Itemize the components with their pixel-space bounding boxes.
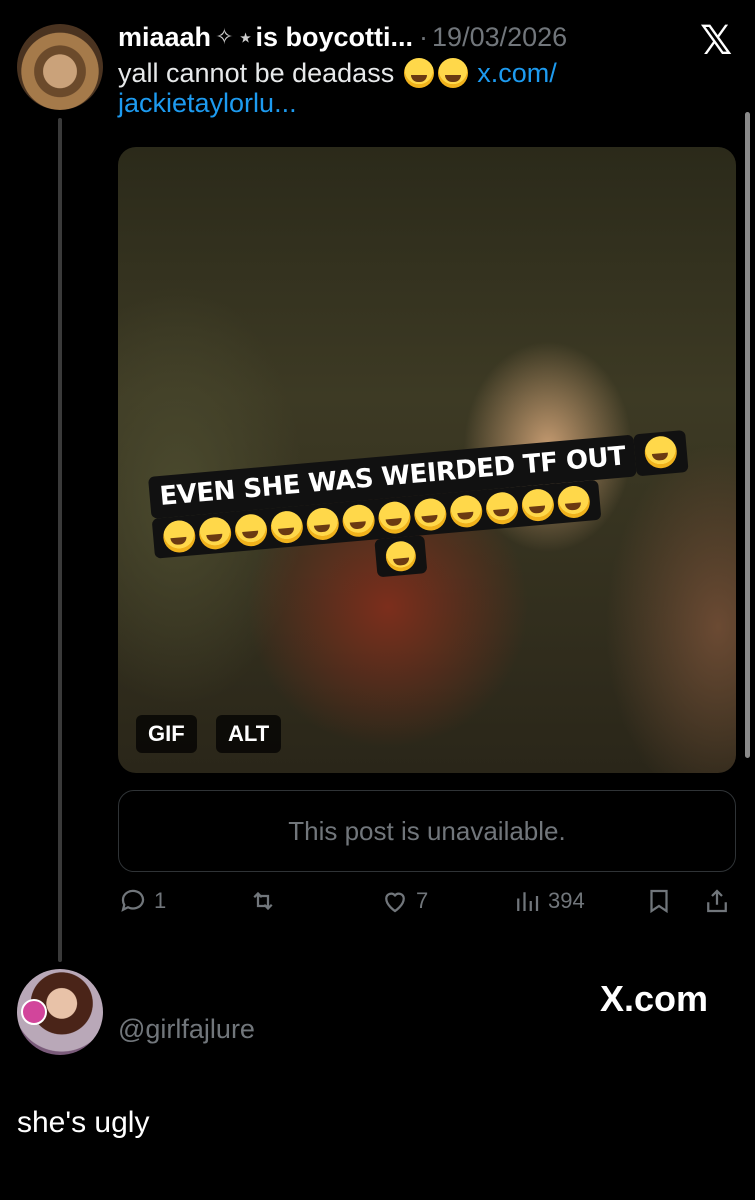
bookmark-button[interactable] bbox=[644, 886, 674, 916]
loudly-crying-face-icon bbox=[643, 434, 679, 470]
reply-author-handle[interactable]: @girlfajlure bbox=[118, 1014, 255, 1045]
views-button[interactable]: 394 bbox=[512, 886, 585, 916]
gif-badge[interactable]: GIF bbox=[136, 715, 197, 753]
views-count: 394 bbox=[548, 888, 585, 913]
loudly-crying-face-icon bbox=[161, 519, 197, 554]
thread-line bbox=[58, 118, 62, 962]
action-bar: 1 7 394 bbox=[118, 886, 738, 926]
repost-button[interactable] bbox=[248, 886, 284, 916]
gif-media[interactable]: EVEN SHE WAS WEIRDED TF OUT GIF ALT bbox=[118, 147, 736, 773]
loudly-crying-face-icon bbox=[448, 494, 484, 529]
gif-caption: EVEN SHE WAS WEIRDED TF OUT bbox=[148, 429, 696, 597]
post-header: miaaah ✧ ⭑ is boycotti... · 19/03/2026 bbox=[118, 20, 567, 54]
gif-caption-emoji-last bbox=[374, 535, 428, 578]
display-name-suffix[interactable]: is boycotti... bbox=[256, 22, 414, 53]
views-chart-icon bbox=[517, 892, 539, 911]
reply-icon bbox=[121, 889, 145, 912]
quoted-post-unavailable: This post is unavailable. bbox=[118, 790, 736, 872]
bookmark-icon bbox=[650, 889, 668, 914]
loudly-crying-face-icon bbox=[377, 500, 412, 536]
like-button[interactable]: 7 bbox=[380, 886, 428, 916]
share-icon bbox=[707, 889, 727, 913]
loudly-crying-face-icon bbox=[403, 58, 434, 88]
post-text-body: yall cannot be deadass bbox=[118, 58, 395, 88]
header-separator: · bbox=[419, 21, 429, 52]
post-link[interactable]: x.com/ bbox=[477, 58, 557, 88]
like-count: 7 bbox=[416, 888, 429, 913]
loudly-crying-face-icon bbox=[413, 497, 448, 532]
scrollbar[interactable] bbox=[745, 112, 750, 758]
loudly-crying-face-icon bbox=[269, 509, 305, 545]
loudly-crying-face-icon bbox=[305, 506, 341, 542]
repost-icon bbox=[253, 891, 273, 911]
post-date[interactable]: 19/03/2026 bbox=[432, 22, 567, 53]
reply-count: 1 bbox=[154, 888, 167, 913]
xcom-brand: X.com bbox=[600, 978, 709, 1019]
post-text: yall cannot be deadass x.com/ jackietayl… bbox=[118, 58, 718, 118]
alt-badge[interactable]: ALT bbox=[216, 715, 282, 753]
loudly-crying-face-icon bbox=[484, 490, 520, 526]
loudly-crying-face-icon bbox=[437, 58, 468, 88]
loudly-crying-face-icon bbox=[556, 484, 592, 520]
name-decoration-glyphs: ✧ ⭑ bbox=[215, 24, 252, 49]
loudly-crying-face-icon bbox=[520, 487, 556, 523]
loudly-crying-face-icon bbox=[384, 540, 418, 573]
gif-caption-emoji bbox=[633, 429, 689, 477]
reply-author-avatar[interactable] bbox=[17, 969, 103, 1055]
reply-button[interactable]: 1 bbox=[118, 886, 166, 916]
avatar-badge-icon bbox=[21, 999, 47, 1025]
loudly-crying-face-icon bbox=[233, 512, 269, 548]
quote-unavailable-text: This post is unavailable. bbox=[288, 815, 566, 846]
display-name[interactable]: miaaah bbox=[118, 22, 211, 53]
share-button[interactable] bbox=[702, 886, 732, 916]
reply-text: she's ugly bbox=[17, 1106, 150, 1139]
loudly-crying-face-icon bbox=[341, 503, 376, 539]
heart-icon bbox=[385, 892, 405, 913]
loudly-crying-face-icon bbox=[197, 516, 233, 551]
author-avatar[interactable] bbox=[17, 24, 103, 110]
post-link-continued[interactable]: jackietaylorlu... bbox=[118, 88, 297, 118]
